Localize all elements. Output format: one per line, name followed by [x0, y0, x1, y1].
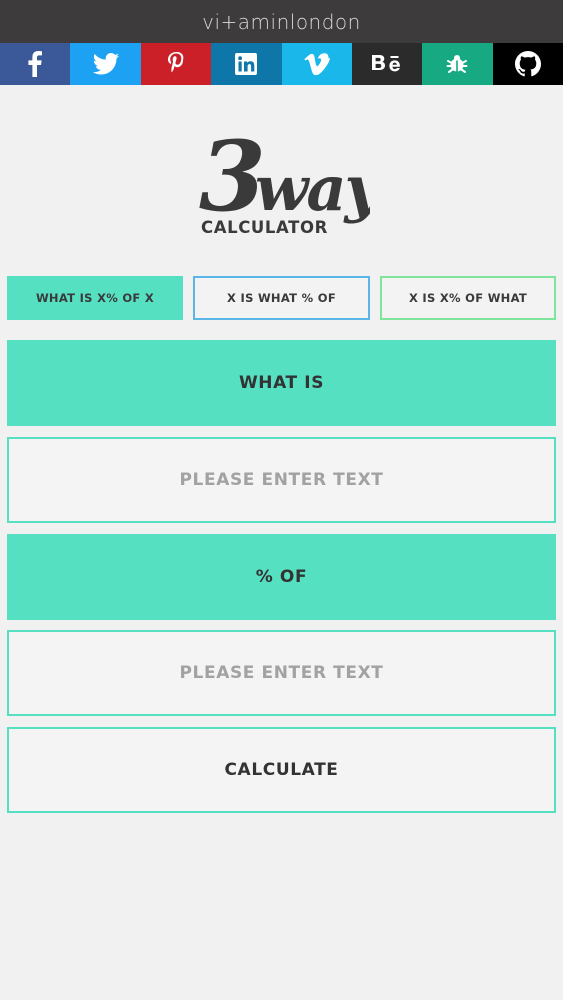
linkedin-icon [235, 53, 258, 75]
percent-of-text: % OF [255, 567, 308, 587]
tab-label: X IS WHAT % OF [227, 291, 336, 305]
behance-button[interactable] [351, 43, 423, 85]
social-bar [0, 43, 563, 85]
pinterest-button[interactable] [140, 43, 212, 85]
second-number-input[interactable] [9, 631, 554, 715]
what-is-label: WHAT IS [7, 340, 556, 426]
tab-x-is-x-percent-of-what[interactable]: X IS X% OF WHAT [380, 276, 556, 320]
what-is-text: WHAT IS [238, 373, 325, 393]
pinterest-icon [167, 52, 184, 73]
tab-x-is-what-percent-of[interactable]: X IS WHAT % OF [193, 276, 370, 320]
calculate-label: CALCULATE [224, 760, 339, 780]
first-number-input[interactable] [9, 438, 554, 522]
percent-of-label: % OF [7, 534, 556, 620]
vimeo-button[interactable] [281, 43, 352, 85]
facebook-icon [28, 51, 43, 77]
twitter-button[interactable] [70, 43, 141, 85]
mode-tabs: WHAT IS X% OF X X IS WHAT % OF X IS X% O… [7, 276, 556, 320]
calculate-button[interactable]: CALCULATE [7, 727, 556, 813]
first-input-container [7, 437, 556, 523]
behance-icon [372, 55, 400, 72]
bug-button[interactable] [422, 43, 493, 85]
github-icon [514, 51, 541, 77]
tab-label: X IS X% OF WHAT [408, 291, 528, 305]
github-button[interactable] [492, 43, 563, 85]
vimeo-icon [304, 53, 330, 75]
logo-word: way [255, 152, 370, 225]
second-input-container [7, 630, 556, 716]
facebook-button[interactable] [0, 43, 71, 85]
tab-label: WHAT IS X% OF X [35, 291, 155, 305]
bug-icon [446, 55, 468, 73]
linkedin-button[interactable] [211, 43, 282, 85]
twitter-icon [92, 53, 119, 75]
app-title-bar: vi+aminlondon [0, 0, 563, 43]
logo: 3 way CALCULATOR [195, 120, 387, 240]
tab-what-is-x-percent-of-x[interactable]: WHAT IS X% OF X [7, 276, 183, 320]
app-title: vi+aminlondon [202, 9, 361, 34]
logo-subtitle: CALCULATOR [201, 218, 328, 237]
